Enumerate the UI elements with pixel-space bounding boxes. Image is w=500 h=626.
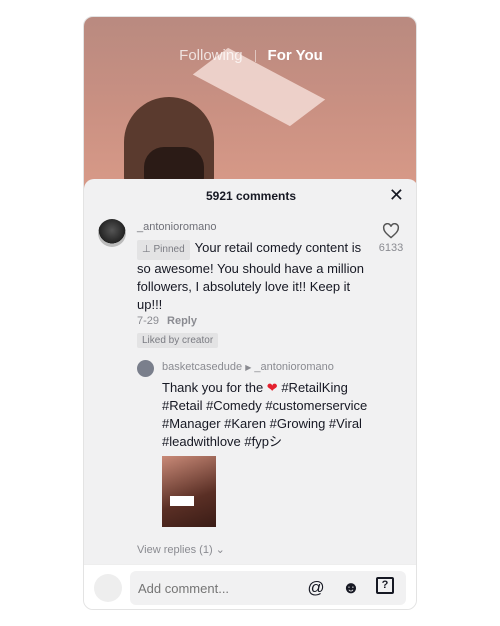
view-replies-label: View replies (1) xyxy=(137,544,213,556)
mention-icon[interactable]: @ xyxy=(305,577,327,599)
comments-panel: 5921 comments ✕ _antonioromano ⊥ Pinned Y… xyxy=(84,179,416,609)
avatar[interactable] xyxy=(98,219,126,247)
add-comment-input[interactable] xyxy=(130,571,406,605)
video-player[interactable]: Following For You xyxy=(84,17,416,192)
heart-outline-icon xyxy=(382,222,400,239)
close-icon[interactable]: ✕ xyxy=(389,185,404,206)
emoji-icon[interactable]: ☻ xyxy=(340,577,362,599)
reply-username[interactable]: basketcasedude xyxy=(162,361,242,373)
reply-button[interactable]: Reply xyxy=(167,315,197,327)
comment-username[interactable]: _antonioromano xyxy=(137,221,217,233)
comment-meta: 7-29 Reply xyxy=(137,315,197,327)
tab-for-you[interactable]: For You xyxy=(268,47,323,64)
feed-tabs: Following For You xyxy=(84,47,416,64)
my-avatar xyxy=(94,574,122,602)
reply-text-start: Thank you for the xyxy=(162,380,264,395)
like-count: 6133 xyxy=(378,242,404,254)
liked-by-creator-badge: Liked by creator xyxy=(137,333,219,348)
pinned-badge: ⊥ Pinned xyxy=(137,240,190,260)
comments-count: 5921 comments xyxy=(205,189,297,203)
reply-to-username[interactable]: _antonioromano xyxy=(254,361,334,373)
comment-input-bar: @ ☻ ? xyxy=(84,564,416,609)
caret-right-icon: ▶ xyxy=(245,363,252,372)
tab-following[interactable]: Following xyxy=(179,47,242,64)
question-icon[interactable]: ? xyxy=(376,577,394,594)
comment-text: ⊥ Pinned Your retail comedy content is so… xyxy=(137,239,377,314)
reply-avatar[interactable] xyxy=(137,360,154,377)
like-button[interactable]: 6133 xyxy=(376,222,406,254)
video-reply-thumbnail[interactable] xyxy=(162,456,216,527)
thumbnail-sticker xyxy=(170,496,194,506)
reply-header: basketcasedude ▶ _antonioromano xyxy=(162,361,334,373)
pin-icon: ⊥ xyxy=(142,244,154,255)
phone-frame: Following For You 5921 comments ✕ _antoni… xyxy=(83,16,417,610)
pinned-label: Pinned xyxy=(153,244,185,255)
tab-divider xyxy=(254,50,256,63)
heart-emoji-icon: ❤ xyxy=(266,380,278,395)
reply-text: Thank you for the ❤ #RetailKing #Retail … xyxy=(162,379,387,451)
comment-date: 7-29 xyxy=(137,315,160,327)
chevron-down-icon: ⌄ xyxy=(215,544,225,556)
view-replies-button[interactable]: View replies (1) ⌄ xyxy=(137,543,225,556)
